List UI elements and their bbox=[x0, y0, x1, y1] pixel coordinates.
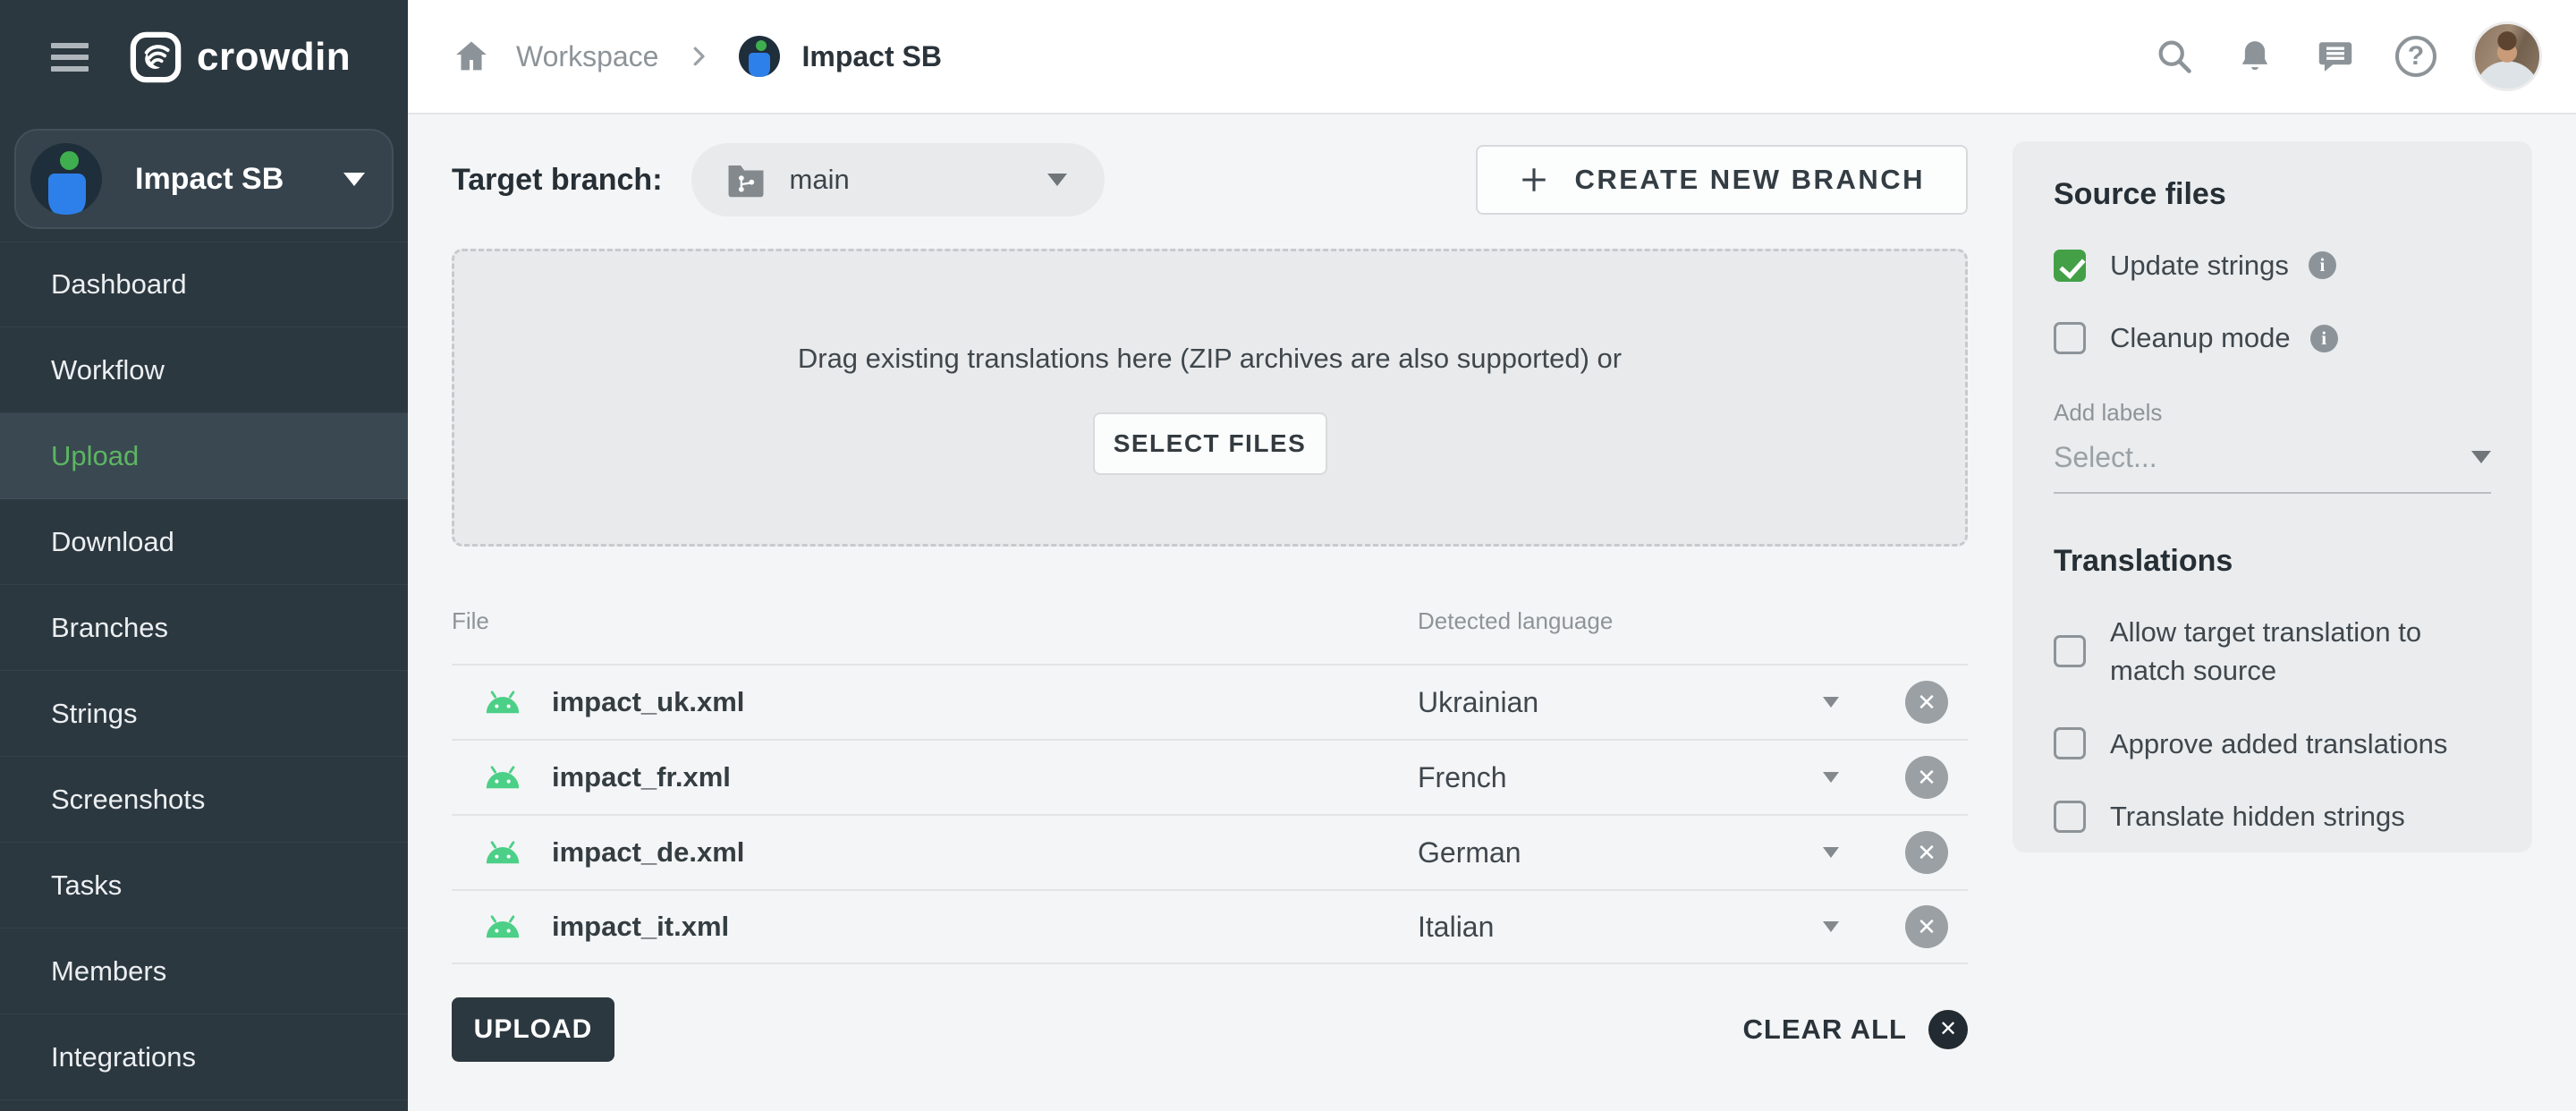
option-approve-added[interactable]: Approve added translations bbox=[2054, 725, 2491, 763]
project-name: Impact SB bbox=[135, 162, 343, 197]
sidebar-item-dashboard[interactable]: Dashboard bbox=[0, 242, 408, 327]
table-row: impact_uk.xml Ukrainian bbox=[452, 664, 1968, 739]
top-bar: Workspace Impact SB ? bbox=[408, 0, 2576, 114]
sidebar-item-tasks[interactable]: Tasks bbox=[0, 843, 408, 929]
labels-select[interactable]: Select... bbox=[2054, 441, 2491, 494]
sidebar: crowdin Impact SB Dashboard Workflow Upl… bbox=[0, 0, 408, 1111]
upload-button[interactable]: UPLOAD bbox=[452, 997, 614, 1062]
remove-file-button[interactable] bbox=[1905, 905, 1948, 948]
chat-icon[interactable] bbox=[2315, 36, 2356, 77]
sidebar-item-members[interactable]: Members bbox=[0, 929, 408, 1014]
plus-icon bbox=[1519, 165, 1549, 195]
user-avatar[interactable] bbox=[2472, 21, 2542, 91]
table-row: impact_it.xml Italian bbox=[452, 889, 1968, 964]
file-name: impact_uk.xml bbox=[552, 686, 744, 718]
chevron-down-icon bbox=[2471, 451, 2491, 463]
chevron-down-icon bbox=[343, 173, 365, 186]
upload-settings-panel: Source files Update strings Cleanup mode… bbox=[2012, 141, 2532, 852]
option-update-strings[interactable]: Update strings bbox=[2054, 246, 2491, 284]
chevron-down-icon bbox=[1823, 921, 1839, 932]
info-icon[interactable] bbox=[2310, 325, 2338, 352]
language-value: Ukrainian bbox=[1418, 686, 1538, 719]
branch-select[interactable]: main bbox=[691, 143, 1105, 216]
chevron-down-icon bbox=[1047, 174, 1067, 186]
clear-all-label: CLEAR ALL bbox=[1743, 1013, 1908, 1046]
clear-all-x-icon bbox=[1928, 1010, 1968, 1049]
sidebar-nav: Dashboard Workflow Upload Download Branc… bbox=[0, 242, 408, 1100]
option-cleanup-mode[interactable]: Cleanup mode bbox=[2054, 318, 2491, 357]
language-value: French bbox=[1418, 761, 1507, 794]
sidebar-item-screenshots[interactable]: Screenshots bbox=[0, 757, 408, 843]
home-icon[interactable] bbox=[452, 37, 491, 76]
main-content: Target branch: main CREATE NEW BRANCH bbox=[408, 114, 2576, 1111]
checkbox[interactable] bbox=[2054, 250, 2086, 282]
project-avatar bbox=[739, 36, 780, 77]
clear-all-button[interactable]: CLEAR ALL bbox=[1743, 1010, 1969, 1049]
language-value: Italian bbox=[1418, 911, 1494, 944]
file-name: impact_it.xml bbox=[552, 911, 729, 943]
target-branch-label: Target branch: bbox=[452, 163, 663, 198]
android-icon bbox=[484, 765, 521, 790]
breadcrumb-workspace[interactable]: Workspace bbox=[516, 40, 658, 73]
chevron-down-icon bbox=[1823, 772, 1839, 783]
android-icon bbox=[484, 914, 521, 939]
chevron-right-icon bbox=[685, 43, 712, 70]
language-select[interactable]: French bbox=[1418, 761, 1905, 794]
table-row: impact_fr.xml French bbox=[452, 739, 1968, 814]
remove-file-button[interactable] bbox=[1905, 756, 1948, 799]
checkbox[interactable] bbox=[2054, 322, 2086, 354]
breadcrumb-project[interactable]: Impact SB bbox=[739, 36, 941, 77]
file-name: impact_fr.xml bbox=[552, 761, 731, 793]
dropzone-hint: Drag existing translations here (ZIP arc… bbox=[454, 343, 1965, 375]
add-labels-label: Add labels bbox=[2054, 399, 2491, 427]
sidebar-item-download[interactable]: Download bbox=[0, 499, 408, 585]
checkbox[interactable] bbox=[2054, 801, 2086, 833]
option-allow-match-source[interactable]: Allow target translation to match source bbox=[2054, 613, 2491, 691]
create-new-branch-button[interactable]: CREATE NEW BRANCH bbox=[1476, 145, 1968, 215]
language-select[interactable]: Italian bbox=[1418, 911, 1905, 944]
checkbox[interactable] bbox=[2054, 727, 2086, 759]
project-selector[interactable]: Impact SB bbox=[14, 129, 394, 229]
help-icon[interactable]: ? bbox=[2395, 36, 2436, 77]
checkbox[interactable] bbox=[2054, 635, 2086, 667]
android-icon bbox=[484, 840, 521, 865]
crowdin-logo-icon bbox=[130, 31, 182, 83]
source-files-title: Source files bbox=[2054, 177, 2491, 212]
sidebar-item-upload[interactable]: Upload bbox=[0, 413, 408, 499]
bell-icon[interactable] bbox=[2234, 36, 2275, 77]
file-name: impact_de.xml bbox=[552, 836, 744, 869]
create-new-branch-label: CREATE NEW BRANCH bbox=[1574, 164, 1925, 196]
breadcrumb-project-name: Impact SB bbox=[801, 40, 941, 73]
translations-title: Translations bbox=[2054, 544, 2491, 579]
info-icon[interactable] bbox=[2309, 251, 2336, 279]
file-dropzone[interactable]: Drag existing translations here (ZIP arc… bbox=[452, 249, 1968, 547]
crowdin-logo-text: crowdin bbox=[197, 35, 351, 80]
sidebar-item-branches[interactable]: Branches bbox=[0, 585, 408, 671]
menu-hamburger-icon[interactable] bbox=[51, 43, 89, 72]
column-header-language: Detected language bbox=[1418, 607, 1613, 664]
option-translate-hidden[interactable]: Translate hidden strings bbox=[2054, 797, 2491, 835]
uploaded-files-table: File Detected language impact_uk.xml Ukr… bbox=[452, 582, 1968, 964]
project-avatar bbox=[30, 143, 102, 215]
android-icon bbox=[484, 690, 521, 715]
branch-folder-icon bbox=[725, 161, 767, 199]
branch-value: main bbox=[790, 164, 1047, 196]
sidebar-item-workflow[interactable]: Workflow bbox=[0, 327, 408, 413]
crowdin-logo[interactable]: crowdin bbox=[130, 31, 351, 83]
remove-file-button[interactable] bbox=[1905, 831, 1948, 874]
remove-file-button[interactable] bbox=[1905, 681, 1948, 724]
language-select[interactable]: German bbox=[1418, 836, 1905, 869]
sidebar-item-strings[interactable]: Strings bbox=[0, 671, 408, 757]
column-header-file: File bbox=[452, 607, 1418, 664]
language-value: German bbox=[1418, 836, 1521, 869]
select-files-button[interactable]: SELECT FILES bbox=[1093, 412, 1327, 475]
language-select[interactable]: Ukrainian bbox=[1418, 686, 1905, 719]
chevron-down-icon bbox=[1823, 847, 1839, 858]
sidebar-item-integrations[interactable]: Integrations bbox=[0, 1014, 408, 1100]
search-icon[interactable] bbox=[2154, 36, 2195, 77]
table-row: impact_de.xml German bbox=[452, 814, 1968, 889]
chevron-down-icon bbox=[1823, 697, 1839, 708]
